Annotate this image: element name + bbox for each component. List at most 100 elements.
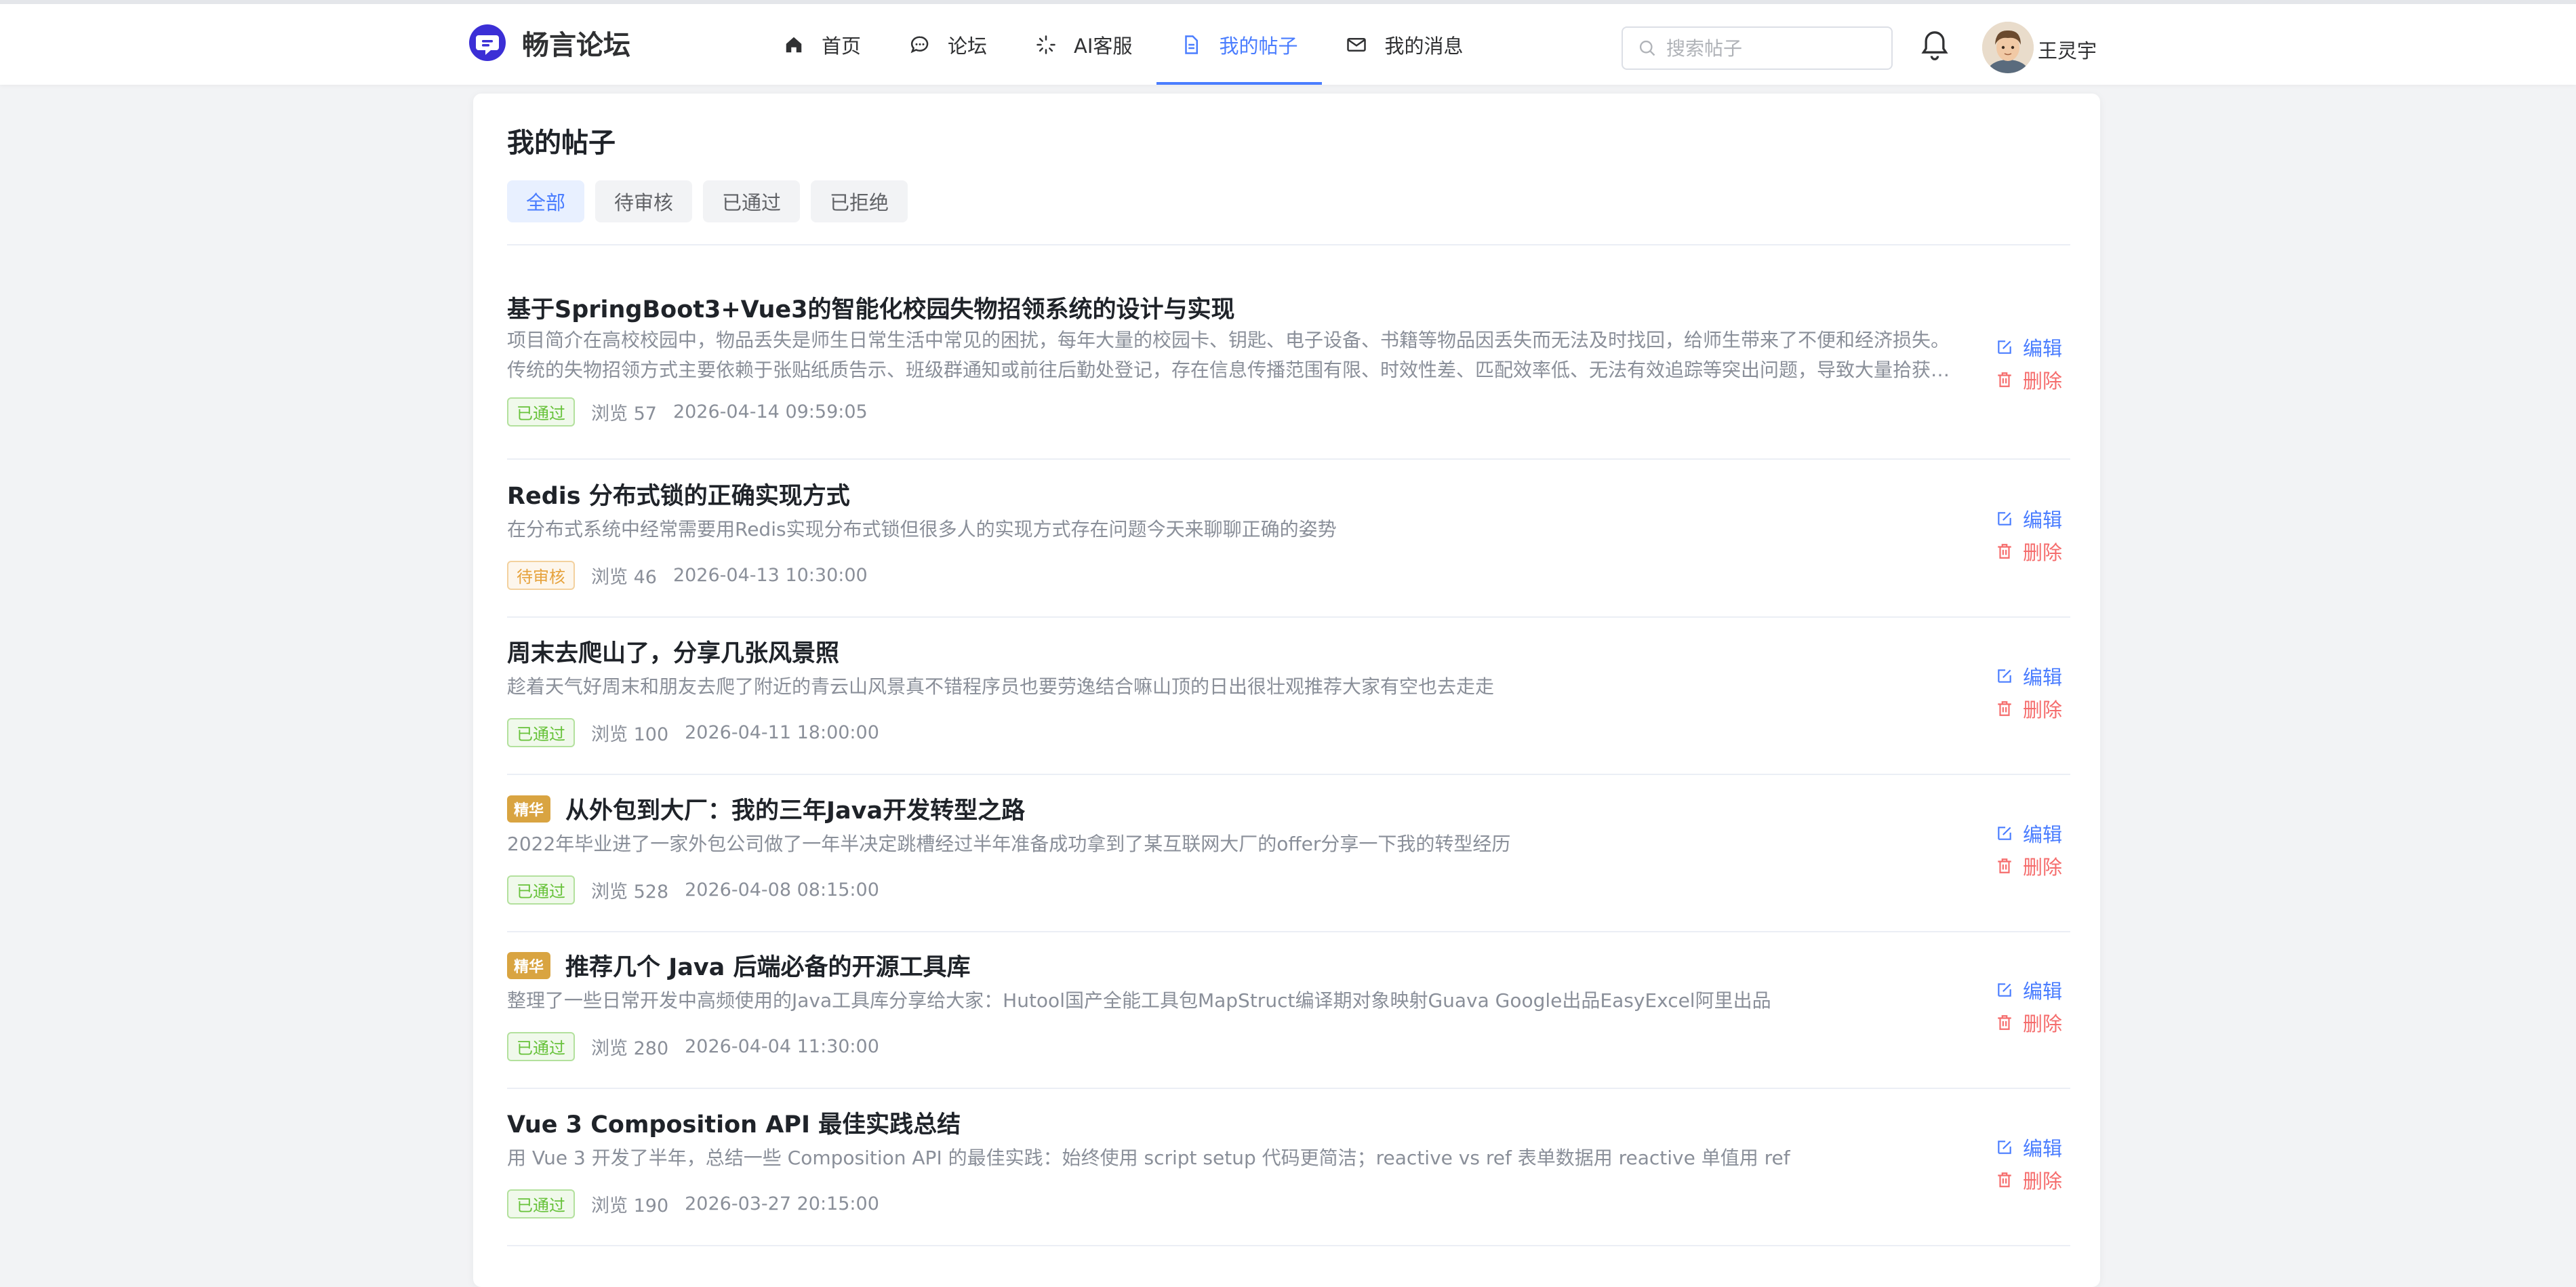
search-icon — [1639, 40, 1655, 56]
nav-item-forum[interactable]: 论坛 — [885, 4, 1011, 85]
edit-button[interactable]: 编辑 — [1996, 502, 2070, 535]
delete-button[interactable]: 删除 — [1996, 1006, 2070, 1039]
edit-label: 编辑 — [2023, 823, 2063, 846]
tab-pending[interactable]: 待审核 — [595, 180, 693, 222]
search-input[interactable] — [1666, 37, 1883, 60]
post-title[interactable]: 基于SpringBoot3+Vue3的智能化校园失物招领系统的设计与实现 — [507, 290, 1235, 325]
post-summary: 整理了一些日常开发中高频使用的Java工具库分享给大家：Hutool国产全能工具… — [507, 989, 1771, 1012]
divider — [507, 244, 2070, 245]
post-item[interactable]: 精华 推荐几个 Java 后端必备的开源工具库 整理了一些日常开发中高频使用的J… — [507, 948, 2070, 1089]
edit-button[interactable]: 编辑 — [1996, 974, 2070, 1006]
edit-label: 编辑 — [2023, 980, 2063, 1003]
post-summary: 用 Vue 3 开发了半年，总结一些 Composition API 的最佳实践… — [507, 1147, 1790, 1169]
status-badge: 已通过 — [507, 397, 575, 427]
delete-button[interactable]: 删除 — [1996, 535, 2070, 568]
tab-rejected[interactable]: 已拒绝 — [811, 180, 908, 222]
delete-button[interactable]: 删除 — [1996, 363, 2070, 396]
post-item[interactable]: 周末去爬山了，分享几张风景照 趁着天气好周末和朋友去爬了附近的青云山风景真不错程… — [507, 634, 2070, 775]
trash-icon — [1998, 701, 2011, 716]
nav-item-label: 我的帖子 — [1219, 34, 1298, 58]
page-title: 我的帖子 — [507, 127, 616, 159]
delete-label: 删除 — [2023, 1170, 2063, 1193]
nav-item-my-posts[interactable]: 我的帖子 — [1156, 4, 1323, 85]
post-summary: 在分布式系统中经常需要用Redis实现分布式锁但很多人的实现方式存在问题今天来聊… — [507, 518, 1337, 540]
brand-name: 畅言论坛 — [522, 30, 630, 61]
post-title[interactable]: Redis 分布式锁的正确实现方式 — [507, 477, 850, 511]
post-summary: 趁着天气好周末和朋友去爬了附近的青云山风景真不错程序员也要劳逸结合嘛山顶的日出很… — [507, 675, 1495, 698]
edit-icon — [1998, 512, 2011, 526]
chat-bubble-icon — [910, 36, 929, 53]
featured-badge: 精华 — [507, 951, 551, 979]
post-title[interactable]: 精华 推荐几个 Java 后端必备的开源工具库 — [507, 948, 970, 983]
post-title[interactable]: 周末去爬山了，分享几张风景照 — [507, 634, 839, 669]
edit-icon — [1998, 340, 2011, 354]
edit-button[interactable]: 编辑 — [1996, 1131, 2070, 1164]
post-meta: 待审核 浏览 46 2026-04-13 10:30:00 — [507, 561, 868, 590]
edit-button[interactable]: 编辑 — [1996, 817, 2070, 850]
notification-bell-icon[interactable] — [1920, 30, 1950, 62]
view-count: 浏览 280 — [591, 1038, 669, 1059]
post-meta: 已通过 浏览 528 2026-04-08 08:15:00 — [507, 875, 879, 905]
edit-icon — [1998, 827, 2011, 840]
delete-label: 删除 — [2023, 856, 2063, 879]
loading-spinner-icon — [1037, 35, 1055, 54]
nav-item-my-messages[interactable]: 我的消息 — [1322, 4, 1487, 85]
document-icon — [1185, 35, 1199, 54]
post-title-text: Vue 3 Composition API 最佳实践总结 — [507, 1111, 961, 1138]
edit-button[interactable]: 编辑 — [1996, 660, 2070, 692]
status-badge: 已通过 — [507, 1032, 575, 1061]
post-time: 2026-04-08 08:15:00 — [685, 879, 879, 900]
featured-badge: 精华 — [507, 795, 551, 823]
post-item[interactable]: 精华 从外包到大厂：我的三年Java开发转型之路 2022年毕业进了一家外包公司… — [507, 791, 2070, 932]
post-actions: 编辑 删除 — [1996, 1131, 2070, 1196]
post-item[interactable]: Redis 分布式锁的正确实现方式 在分布式系统中经常需要用Redis实现分布式… — [507, 477, 2070, 618]
post-actions: 编辑 删除 — [1996, 817, 2070, 882]
delete-button[interactable]: 删除 — [1996, 850, 2070, 882]
home-icon — [786, 37, 802, 52]
nav-item-home[interactable]: 首页 — [759, 4, 885, 85]
tab-all[interactable]: 全部 — [507, 180, 585, 222]
trash-icon — [1998, 1172, 2011, 1187]
delete-label: 删除 — [2023, 541, 2063, 564]
edit-button[interactable]: 编辑 — [1996, 331, 2070, 363]
nav-item-ai-service[interactable]: AI客服 — [1011, 4, 1156, 85]
search-box[interactable] — [1622, 26, 1893, 70]
edit-icon — [1998, 983, 2011, 997]
brand[interactable]: 畅言论坛 — [468, 23, 630, 62]
delete-button[interactable]: 删除 — [1996, 1164, 2070, 1196]
post-item[interactable]: Vue 3 Composition API 最佳实践总结 用 Vue 3 开发了… — [507, 1105, 2070, 1246]
user-avatar-icon — [1982, 22, 2034, 73]
nav-item-label: 首页 — [822, 34, 862, 58]
post-title[interactable]: Vue 3 Composition API 最佳实践总结 — [507, 1105, 961, 1140]
delete-button[interactable]: 删除 — [1996, 692, 2070, 725]
username[interactable]: 王灵宇 — [2038, 35, 2097, 64]
delete-label: 删除 — [2023, 370, 2063, 393]
delete-label: 删除 — [2023, 698, 2063, 721]
status-badge: 已通过 — [507, 718, 575, 747]
post-time: 2026-04-13 10:30:00 — [672, 565, 868, 586]
post-item[interactable]: 基于SpringBoot3+Vue3的智能化校园失物招领系统的设计与实现 项目简… — [507, 290, 2070, 460]
post-actions: 编辑 删除 — [1996, 660, 2070, 725]
view-count: 浏览 190 — [591, 1195, 669, 1216]
post-title[interactable]: 精华 从外包到大厂：我的三年Java开发转型之路 — [507, 791, 1025, 826]
tab-approved[interactable]: 已通过 — [703, 180, 801, 222]
status-badge: 待审核 — [507, 561, 575, 590]
mail-icon — [1347, 37, 1367, 52]
post-title-text: Redis 分布式锁的正确实现方式 — [507, 483, 850, 510]
post-meta: 已通过 浏览 190 2026-03-27 20:15:00 — [507, 1189, 879, 1219]
delete-label: 删除 — [2023, 1012, 2063, 1035]
top-navigation-bar: 畅言论坛 首页 论坛 AI客服 我的帖子 我的消息 搜索帖子 王灵宇 — [0, 0, 2576, 85]
post-time: 2026-04-11 18:00:00 — [685, 722, 879, 743]
trash-icon — [1998, 372, 2011, 387]
view-count: 浏览 100 — [591, 724, 669, 745]
avatar[interactable] — [1982, 22, 2034, 73]
post-title-text: 周末去爬山了，分享几张风景照 — [507, 640, 840, 667]
nav-item-label: AI客服 — [1074, 34, 1133, 58]
post-actions: 编辑 删除 — [1996, 331, 2070, 396]
view-count: 浏览 46 — [591, 567, 657, 588]
edit-label: 编辑 — [2023, 1137, 2063, 1160]
post-title-text: 基于SpringBoot3+Vue3的智能化校园失物招领系统的设计与实现 — [507, 296, 1235, 323]
edit-icon — [1998, 1141, 2011, 1154]
edit-label: 编辑 — [2023, 666, 2063, 689]
my-posts-card: 我的帖子 全部 待审核 已通过 已拒绝 基于SpringBoot3+Vue3的智… — [473, 94, 2100, 1287]
